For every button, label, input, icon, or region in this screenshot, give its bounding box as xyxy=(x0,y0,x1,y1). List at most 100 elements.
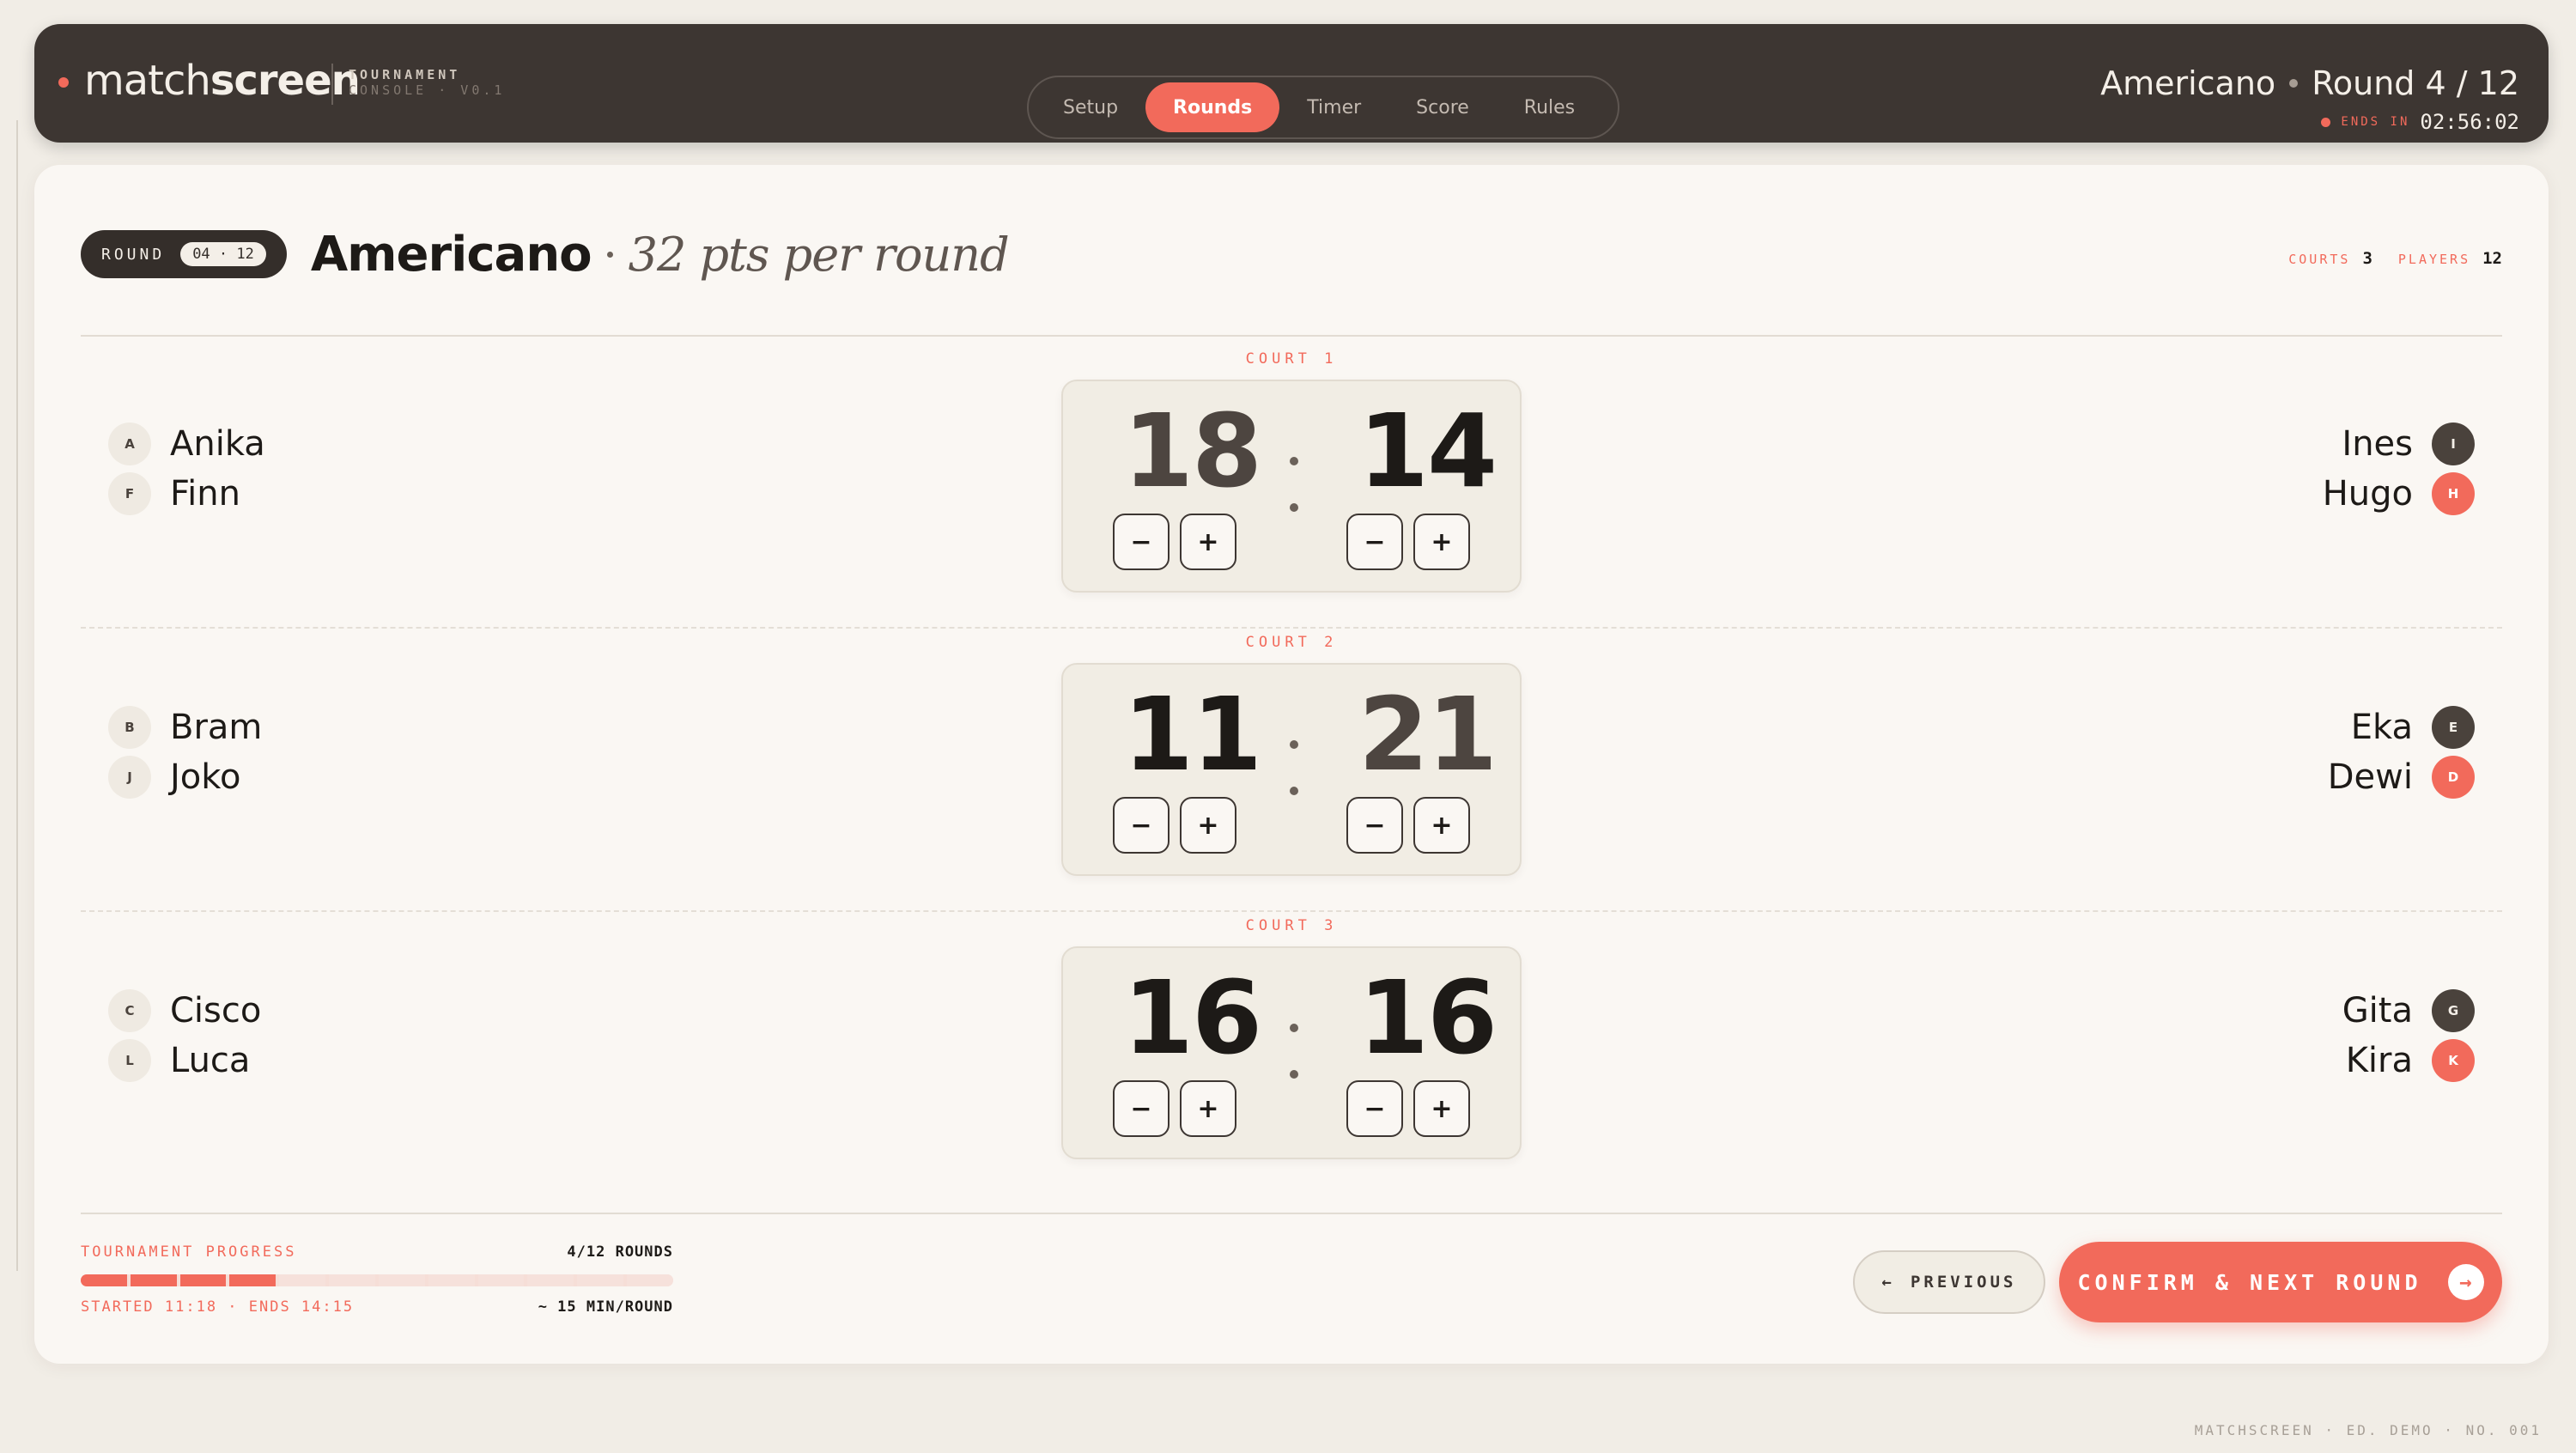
brand-subtitle: TOURNAMENT CONSOLE · V0.1 xyxy=(349,67,505,98)
progress-segment xyxy=(627,1274,673,1286)
court-label: COURT 3 xyxy=(1245,917,1338,934)
decrement-left-button[interactable]: − xyxy=(1113,797,1170,854)
colon-dot-icon xyxy=(1290,1024,1298,1032)
tab-rules[interactable]: Rules xyxy=(1497,82,1602,132)
progress-segment xyxy=(428,1274,475,1286)
player-row: F Finn xyxy=(108,469,265,519)
player-row: Kira K xyxy=(2342,1036,2475,1085)
player-name: Joko xyxy=(170,757,241,797)
player-row: Dewi D xyxy=(2328,752,2475,802)
footer-divider xyxy=(81,1213,2502,1214)
tab-timer[interactable]: Timer xyxy=(1279,82,1388,132)
players-label: PLAYERS xyxy=(2397,252,2471,267)
tab-score[interactable]: Score xyxy=(1388,82,1497,132)
status-round: Round 4 / 12 xyxy=(2312,64,2519,102)
player-row: J Joko xyxy=(108,752,262,802)
avatar: B xyxy=(108,706,151,749)
avatar: F xyxy=(108,472,151,515)
court-2: COURT 2 B Bram J Joko 11 21 − + − + Eka … xyxy=(34,620,2549,903)
top-bar: matchscreen TOURNAMENT CONSOLE · V0.1 Se… xyxy=(34,24,2549,143)
brand-sub-line2: CONSOLE · V0.1 xyxy=(349,82,506,98)
tab-setup[interactable]: Setup xyxy=(1036,82,1145,132)
progress-pace: ~ 15 MIN/ROUND xyxy=(538,1298,673,1316)
page-title: Americano xyxy=(310,226,592,283)
live-dot-icon xyxy=(2321,117,2331,127)
court-label: COURT 2 xyxy=(1245,634,1338,651)
progress-segment xyxy=(81,1274,127,1286)
team-left: A Anika F Finn xyxy=(108,419,265,519)
confirm-next-round-button[interactable]: CONFIRM & NEXT ROUND → xyxy=(2059,1242,2502,1322)
decrement-left-button[interactable]: − xyxy=(1113,514,1170,570)
increment-right-button[interactable]: + xyxy=(1413,514,1470,570)
progress-segment xyxy=(329,1274,375,1286)
avatar: E xyxy=(2432,706,2475,749)
player-row: L Luca xyxy=(108,1036,261,1085)
progress-header: TOURNAMENT PROGRESS 4/12 ROUNDS xyxy=(81,1243,673,1261)
team-left: B Bram J Joko xyxy=(108,702,262,802)
round-status-title: Americano Round 4 / 12 xyxy=(2100,67,2519,100)
colon-dot-icon xyxy=(1290,1070,1298,1079)
player-row: B Bram xyxy=(108,702,262,752)
player-row: C Cisco xyxy=(108,986,261,1036)
decrement-left-button[interactable]: − xyxy=(1113,1080,1170,1137)
status-dot-icon xyxy=(58,77,69,88)
progress-segment xyxy=(477,1274,525,1286)
left-edge-rule xyxy=(16,120,18,1271)
avatar: C xyxy=(108,989,151,1032)
player-name: Gita xyxy=(2342,991,2413,1030)
avatar: G xyxy=(2432,989,2475,1032)
progress-segment xyxy=(527,1274,574,1286)
score-left: 11 xyxy=(1122,675,1262,793)
decrement-right-button[interactable]: − xyxy=(1346,797,1403,854)
ends-label: ENDS IN xyxy=(2341,115,2410,129)
progress-segment xyxy=(279,1274,326,1286)
avatar: J xyxy=(108,756,151,799)
tab-rounds[interactable]: Rounds xyxy=(1145,82,1280,132)
player-row: Ines I xyxy=(2323,419,2475,469)
increment-left-button[interactable]: + xyxy=(1180,514,1236,570)
decrement-right-button[interactable]: − xyxy=(1346,1080,1403,1137)
avatar: I xyxy=(2432,423,2475,465)
progress-label: TOURNAMENT PROGRESS xyxy=(81,1243,297,1261)
separator-dot-icon xyxy=(2289,79,2299,88)
courts-label: COURTS xyxy=(2288,252,2351,267)
progress-segment xyxy=(179,1274,227,1286)
status-format: Americano xyxy=(2100,64,2276,102)
players-value: 12 xyxy=(2482,249,2502,268)
player-name: Bram xyxy=(170,708,263,747)
colophon: MATCHSCREEN · ED. DEMO · NO. 001 xyxy=(2194,1422,2542,1438)
colon-dot-icon xyxy=(1290,740,1298,749)
team-left: C Cisco L Luca xyxy=(108,986,261,1085)
player-name: Dewi xyxy=(2327,757,2413,797)
avatar: H xyxy=(2432,472,2475,515)
progress-count: 4/12 ROUNDS xyxy=(567,1243,673,1261)
increment-right-button[interactable]: + xyxy=(1413,1080,1470,1137)
increment-left-button[interactable]: + xyxy=(1180,797,1236,854)
countdown: ENDS IN 02:56:02 xyxy=(2100,110,2519,134)
brand-sub-line1: TOURNAMENT xyxy=(349,67,461,82)
progress-bar xyxy=(81,1274,673,1286)
team-right: Gita G Kira K xyxy=(2342,986,2475,1085)
arrow-right-icon: → xyxy=(2447,1264,2484,1300)
scoreboard: 16 16 − + − + xyxy=(1061,946,1522,1159)
court-label: COURT 1 xyxy=(1245,350,1338,368)
progress-segment xyxy=(577,1274,624,1286)
brand-logo[interactable]: matchscreen xyxy=(84,57,361,106)
player-name: Kira xyxy=(2345,1041,2413,1080)
colon-dot-icon xyxy=(1290,787,1298,795)
arrow-left-icon: ← xyxy=(1881,1273,1895,1292)
brand-light: match xyxy=(84,57,211,105)
decrement-right-button[interactable]: − xyxy=(1346,514,1403,570)
confirm-label: CONFIRM & NEXT ROUND xyxy=(2077,1269,2422,1295)
previous-button[interactable]: ← PREVIOUS xyxy=(1853,1250,2045,1314)
team-right: Eka E Dewi D xyxy=(2328,702,2475,802)
players-count: PLAYERS 12 xyxy=(2398,249,2502,268)
progress-segment xyxy=(378,1274,425,1286)
increment-left-button[interactable]: + xyxy=(1180,1080,1236,1137)
increment-right-button[interactable]: + xyxy=(1413,797,1470,854)
player-row: A Anika xyxy=(108,419,265,469)
progress-times: STARTED 11:18 · ENDS 14:15 xyxy=(81,1298,355,1316)
round-badge-label: ROUND xyxy=(101,245,166,264)
courts-count: COURTS 3 xyxy=(2288,249,2372,268)
player-name: Finn xyxy=(170,474,240,514)
